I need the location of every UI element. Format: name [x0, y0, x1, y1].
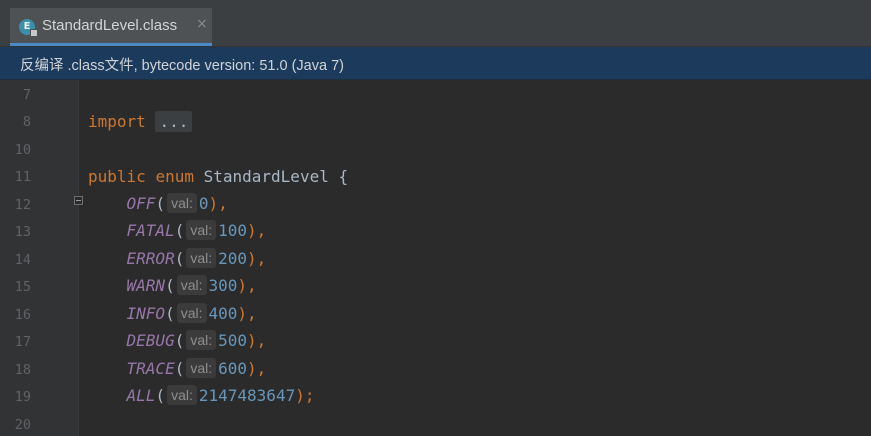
line-end: ), — [237, 276, 257, 295]
code-line-enum-decl: public enum StandardLevel { — [88, 166, 348, 188]
line-end: ); — [295, 386, 315, 405]
enum-value: 100 — [218, 221, 248, 240]
tab-title: StandardLevel.class — [42, 17, 178, 34]
param-hint: val: — [186, 220, 217, 240]
line-end: ), — [208, 194, 228, 213]
line-end: ), — [247, 331, 267, 350]
enum-constant-line: TRACE(val: 600), — [126, 358, 267, 378]
editor-tab-bar: E StandardLevel.class × — [0, 8, 871, 47]
enum-constant-name: FATAL — [126, 221, 175, 240]
enum-constant-line: WARN(val: 300), — [126, 275, 257, 295]
line-end: ), — [237, 304, 257, 323]
line-number: 7 — [22, 87, 31, 103]
line-end: ), — [247, 249, 267, 268]
enum-class-icon: E — [19, 19, 38, 37]
enum-constant-line: OFF(val: 0), — [126, 193, 228, 213]
param-hint: val: — [186, 330, 217, 350]
code-line-import: import ... — [88, 111, 193, 133]
folded-imports[interactable]: ... — [155, 111, 193, 132]
param-hint: val: — [186, 248, 217, 268]
line-number: 18 — [14, 362, 31, 378]
import-keyword: import — [88, 112, 146, 131]
enum-constant-name: OFF — [126, 194, 156, 213]
line-number: 16 — [14, 307, 31, 323]
enum-constant-name: DEBUG — [126, 331, 175, 350]
enum-constant-line: ERROR(val: 200), — [126, 248, 267, 268]
enum-value: 600 — [218, 359, 248, 378]
decompiled-info-banner: 反编译 .class文件, bytecode version: 51.0 (Ja… — [0, 47, 871, 80]
line-number: 19 — [14, 389, 31, 405]
enum-constant-line: INFO(val: 400), — [126, 303, 257, 323]
enum-constant-name: ALL — [126, 386, 156, 405]
line-end: ), — [247, 359, 267, 378]
enum-value: 200 — [218, 249, 248, 268]
enum-constant-name: ERROR — [126, 249, 175, 268]
param-hint: val: — [176, 303, 207, 323]
param-hint: val: — [176, 275, 207, 295]
enum-name: StandardLevel — [203, 167, 329, 186]
readonly-lock-icon — [30, 29, 38, 37]
close-icon[interactable]: × — [196, 16, 208, 32]
fold-toggle-icon[interactable] — [74, 196, 83, 205]
enum-value: 400 — [208, 304, 238, 323]
banner-text: 反编译 .class文件, bytecode version: 51.0 (Ja… — [20, 58, 344, 74]
enum-constant-line: ALL(val: 2147483647); — [126, 385, 315, 405]
enum-constant-name: TRACE — [126, 359, 175, 378]
line-number-gutter: 7 8 10 11 12 13 14 15 16 17 18 19 20 — [0, 80, 79, 436]
enum-value: 500 — [218, 331, 248, 350]
public-keyword: public — [88, 167, 146, 186]
enum-value: 0 — [198, 194, 209, 213]
line-number: 20 — [14, 417, 31, 433]
enum-constant-line: DEBUG(val: 500), — [126, 330, 267, 350]
enum-value: 2147483647 — [198, 386, 296, 405]
line-number: 13 — [14, 224, 31, 240]
open-brace: { — [338, 167, 349, 186]
enum-constant-line: FATAL(val: 100), — [126, 220, 267, 240]
enum-value: 300 — [208, 276, 238, 295]
enum-keyword: enum — [155, 167, 194, 186]
param-hint: val: — [167, 193, 197, 213]
line-number: 11 — [14, 169, 31, 185]
enum-constant-name: WARN — [126, 276, 166, 295]
title-bar — [0, 0, 871, 8]
enum-constant-name: INFO — [126, 304, 166, 323]
line-number: 17 — [14, 334, 31, 350]
line-number: 8 — [22, 114, 31, 130]
line-number: 12 — [14, 197, 31, 213]
line-number: 15 — [14, 279, 31, 295]
param-hint: val: — [167, 385, 197, 405]
tab-standardlevel-class[interactable]: E StandardLevel.class × — [10, 8, 212, 46]
line-number: 14 — [14, 252, 31, 268]
param-hint: val: — [186, 358, 217, 378]
line-number: 10 — [14, 142, 31, 158]
line-end: ), — [247, 221, 267, 240]
code-editor[interactable]: 7 8 10 11 12 13 14 15 16 17 18 19 20 imp… — [0, 80, 871, 436]
